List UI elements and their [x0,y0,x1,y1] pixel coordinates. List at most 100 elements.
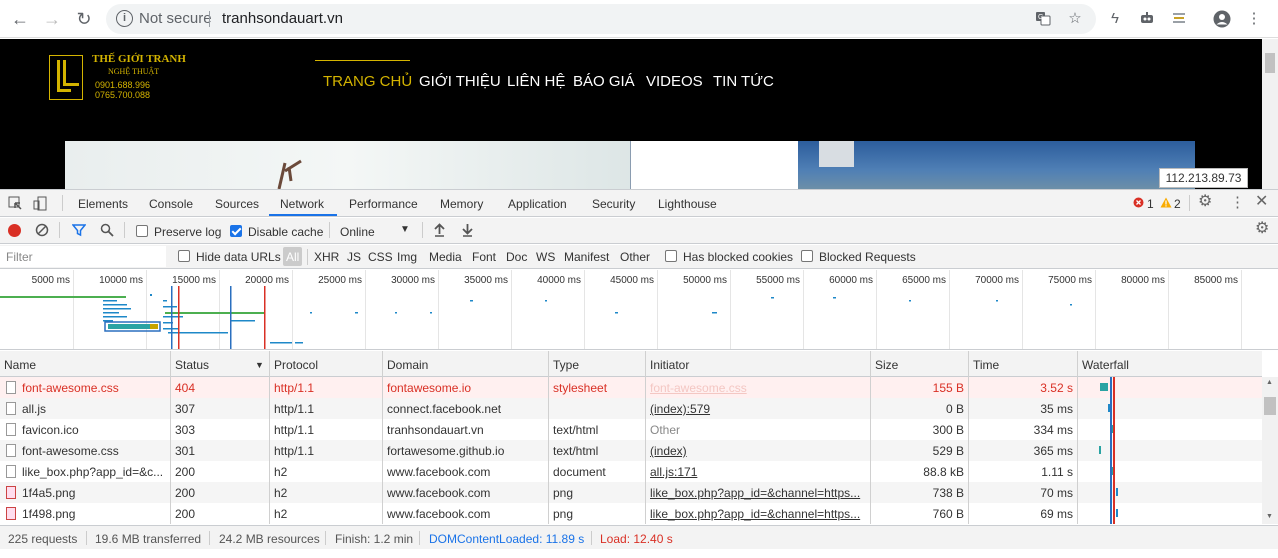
waterfall-bar[interactable] [1116,488,1118,496]
nav-bao-gia[interactable]: BÁO GIÁ [573,73,635,90]
filter-type-media[interactable]: Media [429,250,462,264]
preserve-log-checkbox[interactable] [136,225,148,237]
error-count-badge[interactable] [1133,197,1144,211]
row-name[interactable]: 1f4a5.png [22,486,167,500]
reload-icon[interactable]: ↻ [73,8,95,30]
page-scrollbar[interactable] [1262,39,1278,189]
filter-type-img[interactable]: Img [397,250,417,264]
close-icon[interactable]: ✕ [1255,194,1268,210]
nav-videos[interactable]: VIDEOS [646,73,703,90]
filter-type-all[interactable]: All [286,250,299,264]
row-initiator[interactable]: like_box.php?app_id=&channel=https... [650,486,866,500]
device-toolbar-icon[interactable] [33,196,48,214]
sort-descending-icon[interactable]: ▼ [255,360,264,370]
bookmark-star-icon[interactable]: ☆ [1066,10,1084,28]
row-name[interactable]: favicon.ico [22,423,167,437]
network-settings-gear-icon[interactable]: ⚙ [1255,221,1269,237]
row-initiator[interactable]: (index):579 [650,402,866,416]
robot-extension-icon[interactable] [1138,10,1156,28]
table-scrollbar[interactable]: ▲ ▼ [1262,377,1278,524]
row-name[interactable]: 1f498.png [22,507,167,521]
table-row[interactable]: 1f4a5.png 200 h2 www.facebook.com png like_bo… [0,482,1262,503]
column-waterfall[interactable]: Waterfall [1082,358,1129,372]
tab-security[interactable]: Security [592,197,635,211]
extension-icon[interactable] [1170,10,1188,28]
disable-cache-checkbox[interactable] [230,225,242,237]
filter-type-font[interactable]: Font [472,250,496,264]
site-logo[interactable] [49,55,83,100]
hide-data-urls-checkbox[interactable] [178,250,190,262]
scroll-down-arrow-icon[interactable]: ▼ [1266,513,1273,520]
filter-type-css[interactable]: CSS [368,250,393,264]
table-row[interactable]: like_box.php?app_id=&c... 200 h2 www.facebo… [0,461,1262,482]
nav-lien-he[interactable]: LIÊN HỆ [507,73,565,90]
tab-elements[interactable]: Elements [78,197,128,211]
table-row[interactable]: 1f498.png 200 h2 www.facebook.com png like_bo… [0,503,1262,524]
warning-icon[interactable] [1160,197,1172,211]
filter-type-other[interactable]: Other [620,250,650,264]
tab-performance[interactable]: Performance [349,197,418,211]
more-options-icon[interactable]: ⋮ [1230,195,1245,210]
column-status[interactable]: Status [175,358,209,372]
network-overview-timeline[interactable]: 5000 ms 10000 ms 15000 ms 20000 ms 25000 ms 3… [0,270,1278,350]
address-bar[interactable]: i Not secure tranhsondauart.vn G ☆ [106,4,1096,34]
tab-network[interactable]: Network [280,197,324,211]
tab-application[interactable]: Application [508,197,567,211]
column-protocol[interactable]: Protocol [274,358,318,372]
row-name[interactable]: like_box.php?app_id=&c... [22,465,167,479]
table-row[interactable]: font-awesome.css 404 http/1.1 fontawesome.i… [0,377,1262,398]
filter-type-manifest[interactable]: Manifest [564,250,609,264]
column-domain[interactable]: Domain [387,358,428,372]
tab-memory[interactable]: Memory [440,197,483,211]
page-scrollbar-thumb[interactable] [1265,53,1275,73]
tab-console[interactable]: Console [149,197,193,211]
row-name[interactable]: font-awesome.css [22,381,167,395]
clear-icon[interactable] [35,223,49,240]
translate-icon[interactable]: G [1034,10,1052,28]
column-size[interactable]: Size [875,358,898,372]
search-icon[interactable] [100,223,114,240]
waterfall-bar[interactable] [1099,446,1101,454]
column-initiator[interactable]: Initiator [650,358,689,372]
waterfall-bar[interactable] [1100,383,1108,391]
has-blocked-cookies-checkbox[interactable] [665,250,677,262]
filter-type-js[interactable]: JS [347,250,361,264]
blocked-requests-checkbox[interactable] [801,250,813,262]
settings-gear-icon[interactable]: ⚙ [1198,194,1212,210]
column-type[interactable]: Type [553,358,579,372]
table-scrollbar-thumb[interactable] [1264,397,1276,415]
nav-tin-tuc[interactable]: TIN TỨC [713,73,774,90]
filter-funnel-icon[interactable] [71,223,87,240]
scroll-up-arrow-icon[interactable]: ▲ [1266,379,1273,386]
row-initiator[interactable]: all.js:171 [650,465,866,479]
nav-gioi-thieu[interactable]: GIỚI THIỆU [419,73,501,90]
export-har-icon[interactable] [461,223,474,240]
forward-arrow-icon[interactable]: → [41,8,63,30]
row-initiator[interactable]: like_box.php?app_id=&channel=https... [650,507,866,521]
filter-type-doc[interactable]: Doc [506,250,527,264]
row-initiator[interactable]: font-awesome.css [650,381,866,395]
url-text[interactable]: tranhsondauart.vn [222,10,343,27]
throttling-select[interactable]: Online [340,225,375,239]
menu-kebab-icon[interactable]: ⋮ [1245,10,1263,28]
table-row[interactable]: font-awesome.css 301 http/1.1 fortawesome.g… [0,440,1262,461]
record-icon[interactable] [8,224,21,237]
inspect-element-icon[interactable] [8,196,23,214]
tab-lighthouse[interactable]: Lighthouse [658,197,717,211]
filter-type-xhr[interactable]: XHR [314,250,339,264]
column-name[interactable]: Name [4,358,36,372]
back-arrow-icon[interactable]: ← [9,8,31,30]
column-time[interactable]: Time [973,358,999,372]
info-icon[interactable]: i [116,10,133,27]
waterfall-bar[interactable] [1116,509,1118,517]
row-initiator[interactable]: (index) [650,444,866,458]
row-name[interactable]: font-awesome.css [22,444,167,458]
throttling-dropdown-icon[interactable]: ▼ [400,224,410,235]
filter-type-ws[interactable]: WS [536,250,555,264]
import-har-icon[interactable] [433,223,446,240]
table-row[interactable]: all.js 307 http/1.1 connect.facebook.net (in… [0,398,1262,419]
lightning-icon[interactable]: ϟ [1106,10,1124,28]
tab-sources[interactable]: Sources [215,197,259,211]
nav-trang-chu[interactable]: TRANG CHỦ [323,73,412,90]
row-name[interactable]: all.js [22,402,167,416]
